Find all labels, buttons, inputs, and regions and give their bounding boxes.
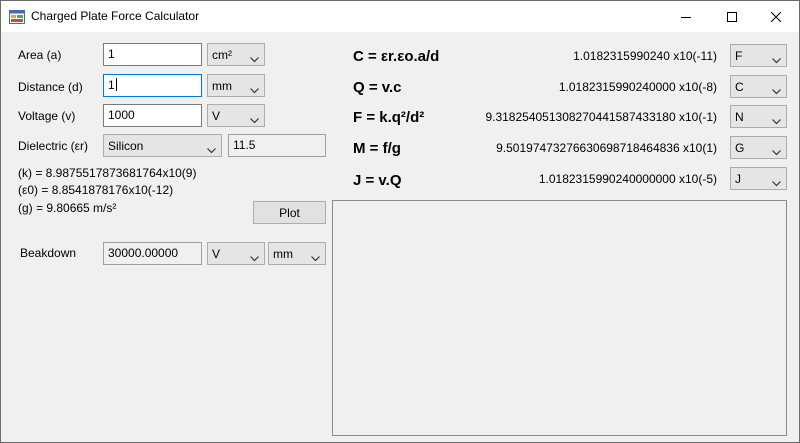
mass-formula: M = f/g bbox=[353, 140, 401, 157]
voltage-input[interactable]: 1000 bbox=[103, 104, 202, 127]
breakdown-input[interactable]: 30000.00000 bbox=[103, 242, 202, 265]
voltage-unit-select[interactable]: V bbox=[207, 104, 265, 127]
chevron-down-icon bbox=[250, 83, 259, 97]
dielectric-label: Dielectric (εr) bbox=[18, 139, 89, 153]
close-icon bbox=[771, 11, 781, 22]
voltage-label: Voltage (v) bbox=[18, 109, 76, 123]
dielectric-constant-field: 11.5 bbox=[228, 134, 326, 157]
distance-label: Distance (d) bbox=[18, 80, 83, 94]
app-icon bbox=[9, 9, 25, 25]
title-bar[interactable]: Charged Plate Force Calculator bbox=[1, 1, 799, 32]
client-area: Area (a) 1 cm² Distance (d) 1 mm Voltage… bbox=[1, 32, 799, 442]
charge-value: 1.0182315990240000 x10(-8) bbox=[558, 80, 717, 94]
chevron-down-icon bbox=[250, 52, 259, 66]
app-window: Charged Plate Force Calculator Area (a) … bbox=[0, 0, 800, 443]
force-unit-select[interactable]: N bbox=[730, 105, 787, 128]
plot-button[interactable]: Plot bbox=[253, 201, 326, 224]
force-value: 9.318254051308270441587433180 x10(-1) bbox=[485, 110, 717, 124]
energy-formula: J = v.Q bbox=[353, 172, 402, 189]
minimize-button[interactable] bbox=[663, 1, 709, 32]
maximize-icon bbox=[727, 11, 737, 22]
energy-value: 1.0182315990240000000 x10(-5) bbox=[538, 172, 717, 186]
energy-unit-select[interactable]: J bbox=[730, 167, 787, 190]
distance-unit-select[interactable]: mm bbox=[207, 74, 265, 97]
force-formula: F = k.q²/d² bbox=[353, 109, 425, 126]
gravity-constant: (g) = 9.80665 m/s² bbox=[18, 201, 117, 215]
chevron-down-icon bbox=[250, 251, 259, 265]
capacitance-unit-select[interactable]: F bbox=[730, 44, 787, 67]
area-input[interactable]: 1 bbox=[103, 43, 202, 66]
area-label: Area (a) bbox=[18, 48, 62, 62]
distance-input[interactable]: 1 bbox=[103, 74, 202, 97]
maximize-button[interactable] bbox=[709, 1, 755, 32]
breakdown-voltage-unit-select[interactable]: V bbox=[207, 242, 265, 265]
breakdown-distance-unit-select[interactable]: mm bbox=[268, 242, 326, 265]
chevron-down-icon bbox=[772, 84, 781, 98]
minimize-icon bbox=[681, 12, 691, 22]
chevron-down-icon bbox=[772, 114, 781, 128]
area-unit-select[interactable]: cm² bbox=[207, 43, 265, 66]
close-button[interactable] bbox=[753, 1, 799, 32]
breakdown-label: Beakdown bbox=[20, 246, 77, 260]
coulomb-constant: (k) = 8.9875517873681764x10(9) bbox=[18, 166, 197, 180]
chevron-down-icon bbox=[772, 145, 781, 159]
chevron-down-icon bbox=[772, 176, 781, 190]
mass-unit-select[interactable]: G bbox=[730, 136, 787, 159]
plot-panel[interactable] bbox=[332, 200, 787, 436]
vacuum-permittivity: (ε0) = 8.8541878176x10(-12) bbox=[18, 183, 174, 197]
capacitance-formula: C = εr.εo.a/d bbox=[353, 48, 440, 65]
text-caret bbox=[115, 78, 117, 91]
chevron-down-icon bbox=[311, 251, 320, 265]
capacitance-value: 1.0182315990240 x10(-11) bbox=[573, 49, 717, 63]
dielectric-material-select[interactable]: Silicon bbox=[103, 134, 222, 157]
chevron-down-icon bbox=[207, 143, 216, 157]
chevron-down-icon bbox=[772, 53, 781, 67]
charge-unit-select[interactable]: C bbox=[730, 75, 787, 98]
window-title: Charged Plate Force Calculator bbox=[31, 9, 200, 23]
chevron-down-icon bbox=[250, 113, 259, 127]
mass-value: 9.501974732766306987184648​36 x10(1) bbox=[496, 141, 717, 155]
charge-formula: Q = v.c bbox=[353, 79, 402, 96]
